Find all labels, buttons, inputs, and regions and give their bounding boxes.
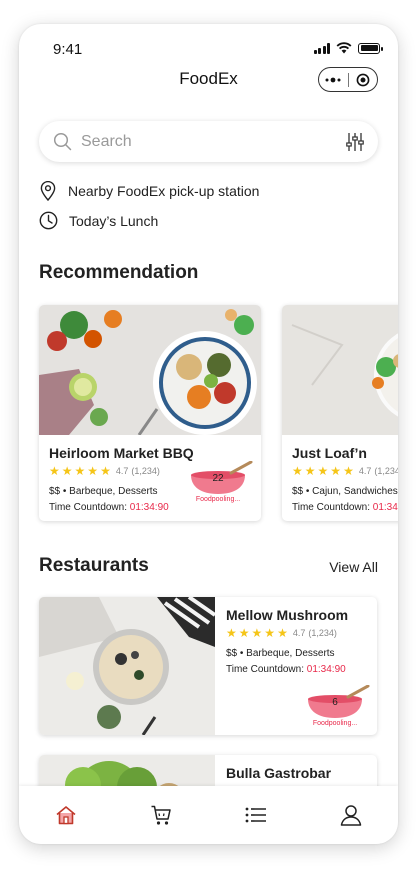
nav-cart[interactable]	[141, 795, 181, 835]
review-count: (1,234)	[308, 628, 337, 638]
search-bar[interactable]: Search	[39, 121, 378, 162]
restaurant-name: Just Loaf’n	[292, 445, 367, 461]
view-all-link[interactable]: View All	[329, 559, 378, 575]
star-icon: ★	[277, 626, 288, 640]
list-icon	[245, 807, 266, 823]
target-icon[interactable]	[349, 68, 378, 91]
countdown-value: 01:34:90	[372, 502, 398, 513]
star-icon: ★	[61, 464, 73, 478]
salad-plate-photo	[282, 305, 398, 435]
star-icon: ★	[330, 464, 342, 478]
star-icon: ★	[238, 626, 250, 640]
nearby-station-link[interactable]: Nearby FoodEx pick-up station	[39, 181, 259, 201]
filter-sliders-icon[interactable]	[346, 132, 364, 152]
battery-icon	[358, 42, 383, 54]
rating-value: 4.7	[292, 628, 306, 638]
profile-icon	[340, 805, 361, 826]
bottom-nav	[19, 786, 398, 844]
restaurant-name: Heirloom Market BBQ	[49, 445, 194, 461]
status-icons	[313, 42, 383, 54]
countdown-value: 01:34:90	[306, 664, 346, 675]
foodpooling-indicator[interactable]: 22 Foodpooling...	[189, 461, 255, 505]
todays-lunch-link[interactable]: Today’s Lunch	[39, 211, 158, 230]
recommendation-card[interactable]: Heirloom Market BBQ ★ ★ ★ ★ ★ 4.7 (1,234) $$…	[39, 305, 261, 521]
countdown-row: Time Countdown: 01:34:90	[292, 502, 398, 513]
pool-count: 6	[332, 697, 338, 708]
star-icon: ★	[49, 464, 60, 478]
star-icon: ★	[100, 464, 111, 478]
pool-label: Foodpooling...	[195, 496, 241, 503]
cart-icon	[151, 805, 171, 825]
countdown-label: Time Countdown:	[49, 502, 127, 513]
star-icon: ★	[251, 626, 263, 640]
phone-frame: 9:41 FoodEx Search Nearby FoodEx pick-up…	[19, 24, 398, 844]
countdown-value: 01:34:90	[129, 502, 169, 513]
mini-program-capsule	[318, 67, 378, 92]
status-time: 9:41	[53, 41, 83, 58]
home-icon	[56, 806, 76, 825]
food-bowl-photo	[39, 305, 261, 435]
wifi-icon	[336, 42, 352, 54]
star-icon: ★	[87, 464, 99, 478]
nav-profile[interactable]	[331, 795, 371, 835]
todays-lunch-label: Today’s Lunch	[69, 212, 159, 229]
search-icon	[53, 132, 72, 151]
search-input[interactable]: Search	[81, 133, 346, 151]
rating-stars: ★★★★★ 4.7 (1,234)	[226, 627, 376, 639]
star-icon: ★	[264, 626, 276, 640]
clock-icon	[39, 211, 58, 230]
restaurant-card[interactable]: Mellow Mushroom ★ ★ ★ ★ ★ 4.7 (1,234) $$ • B…	[39, 597, 377, 735]
rating-stars: ★★★★★ 4.7 (1,234)	[292, 465, 398, 477]
star-icon: ★	[74, 464, 86, 478]
more-dots-icon[interactable]	[319, 68, 348, 91]
countdown-label: Time Countdown:	[292, 502, 370, 513]
foodpooling-indicator[interactable]: 6 Foodpooling...	[306, 685, 372, 729]
countdown-row: Time Countdown: 01:34:90	[226, 664, 376, 675]
signal-icon	[313, 42, 330, 54]
countdown-label: Time Countdown:	[226, 664, 304, 675]
price-category: $$ • Cajun, Sandwiches	[292, 486, 398, 497]
location-pin-icon	[40, 181, 56, 201]
star-icon: ★	[292, 464, 303, 478]
price-category: $$ • Barbeque, Desserts	[226, 648, 335, 659]
star-icon: ★	[317, 464, 329, 478]
restaurants-title: Restaurants	[39, 555, 149, 576]
rating-value: 4.7	[115, 466, 129, 476]
rating-value: 4.7	[358, 466, 372, 476]
recommendation-card[interactable]: Just Loaf’n ★★★★★ 4.7 (1,234) $$ • Cajun…	[282, 305, 398, 521]
nearby-station-label: Nearby FoodEx pick-up station	[68, 183, 260, 199]
restaurant-name: Mellow Mushroom	[226, 607, 349, 623]
star-icon: ★	[226, 626, 237, 640]
star-icon: ★	[304, 464, 316, 478]
nav-list[interactable]	[236, 795, 276, 835]
review-count: (1,234)	[374, 466, 398, 476]
pool-count: 22	[212, 473, 224, 484]
recommendation-title: Recommendation	[39, 262, 199, 283]
nav-home[interactable]	[46, 795, 86, 835]
restaurant-name: Bulla Gastrobar	[226, 765, 332, 781]
star-icon: ★	[343, 464, 354, 478]
pool-label: Foodpooling...	[312, 720, 358, 727]
review-count: (1,234)	[131, 466, 160, 476]
pasta-photo	[39, 597, 215, 735]
